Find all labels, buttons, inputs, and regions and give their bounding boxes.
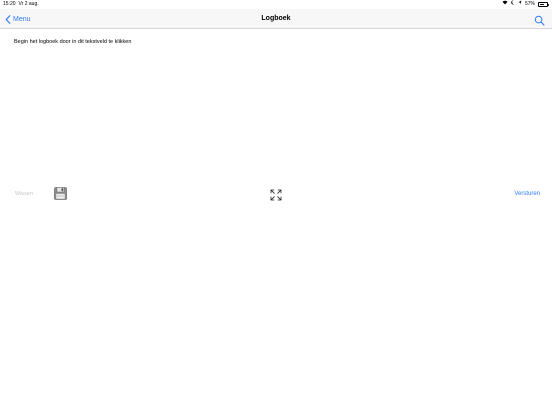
search-icon[interactable] [534,13,545,26]
location-icon [518,0,522,9]
editor-toolbar: Wissen Versturen [0,184,552,204]
battery-fill [539,3,545,6]
expand-icon[interactable] [270,188,282,201]
moon-icon [511,0,515,9]
page-title: Logboek [261,15,291,22]
status-bar-right: 57% [502,0,549,9]
clear-button[interactable]: Wissen [15,184,33,204]
wifi-icon [502,0,508,9]
status-bar-left: 15:20 Vr 2 aug. [3,0,39,9]
status-date: Vr 2 aug. [18,1,39,7]
navigation-bar: Menu Logboek [0,9,552,29]
battery-percent: 57% [524,1,535,7]
status-bar: 15:20 Vr 2 aug. 57% [0,0,552,9]
battery-icon [538,2,549,7]
logbook-text-field[interactable]: Begin het logboek door in dit tekstveld … [0,30,552,180]
floppy-disk-icon[interactable] [54,187,67,200]
logbook-placeholder: Begin het logboek door in dit tekstveld … [14,39,132,45]
send-button[interactable]: Versturen [514,184,540,204]
status-time: 15:20 [3,1,16,7]
